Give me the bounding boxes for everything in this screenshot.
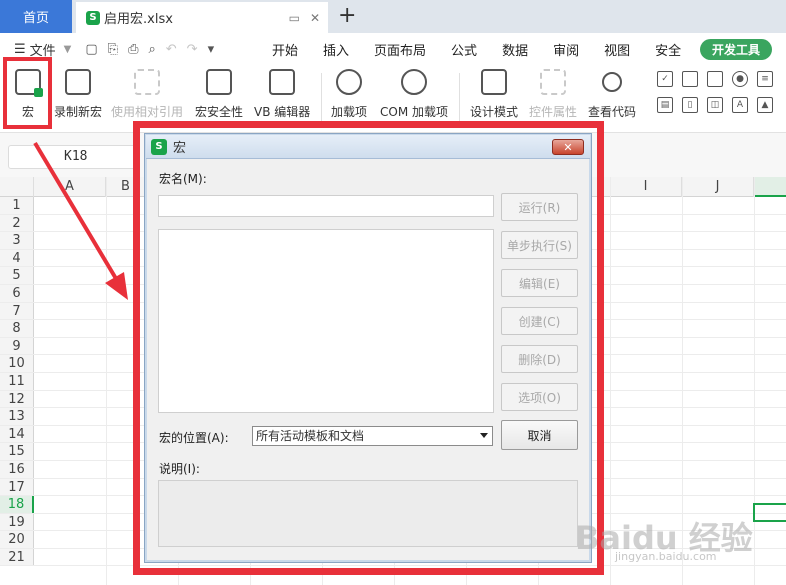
step-into-button[interactable]: 单步执行(S) — [501, 231, 578, 259]
run-button[interactable]: 运行(R) — [501, 193, 578, 221]
options-button[interactable]: 选项(O) — [501, 383, 578, 411]
macro-location-value: 所有活动模板和文档 — [256, 429, 365, 443]
macro-name-input[interactable] — [158, 195, 494, 217]
dropdown-arrow-icon — [480, 433, 488, 438]
dialog-title-bar: S 宏 ✕ — [146, 135, 590, 159]
macro-list[interactable] — [158, 229, 494, 413]
spreadsheet-logo-icon: S — [151, 138, 167, 155]
macro-location-select[interactable]: 所有活动模板和文档 — [252, 426, 493, 446]
create-button[interactable]: 创建(C) — [501, 307, 578, 335]
description-label: 说明(I): — [159, 462, 200, 476]
macro-name-label: 宏名(M): — [159, 172, 207, 186]
macro-dialog: S 宏 ✕ 宏名(M): 运行(R) 单步执行(S) 编辑(E) 创建(C) 删… — [144, 133, 592, 563]
dialog-title: 宏 — [173, 141, 187, 156]
watermark-url: jingyan.baidu.com — [615, 550, 717, 563]
edit-button[interactable]: 编辑(E) — [501, 269, 578, 297]
description-box — [158, 480, 578, 547]
delete-button[interactable]: 删除(D) — [501, 345, 578, 373]
macro-location-label: 宏的位置(A): — [159, 431, 229, 445]
cancel-button[interactable]: 取消 — [501, 420, 578, 450]
close-button[interactable]: ✕ — [552, 139, 584, 155]
